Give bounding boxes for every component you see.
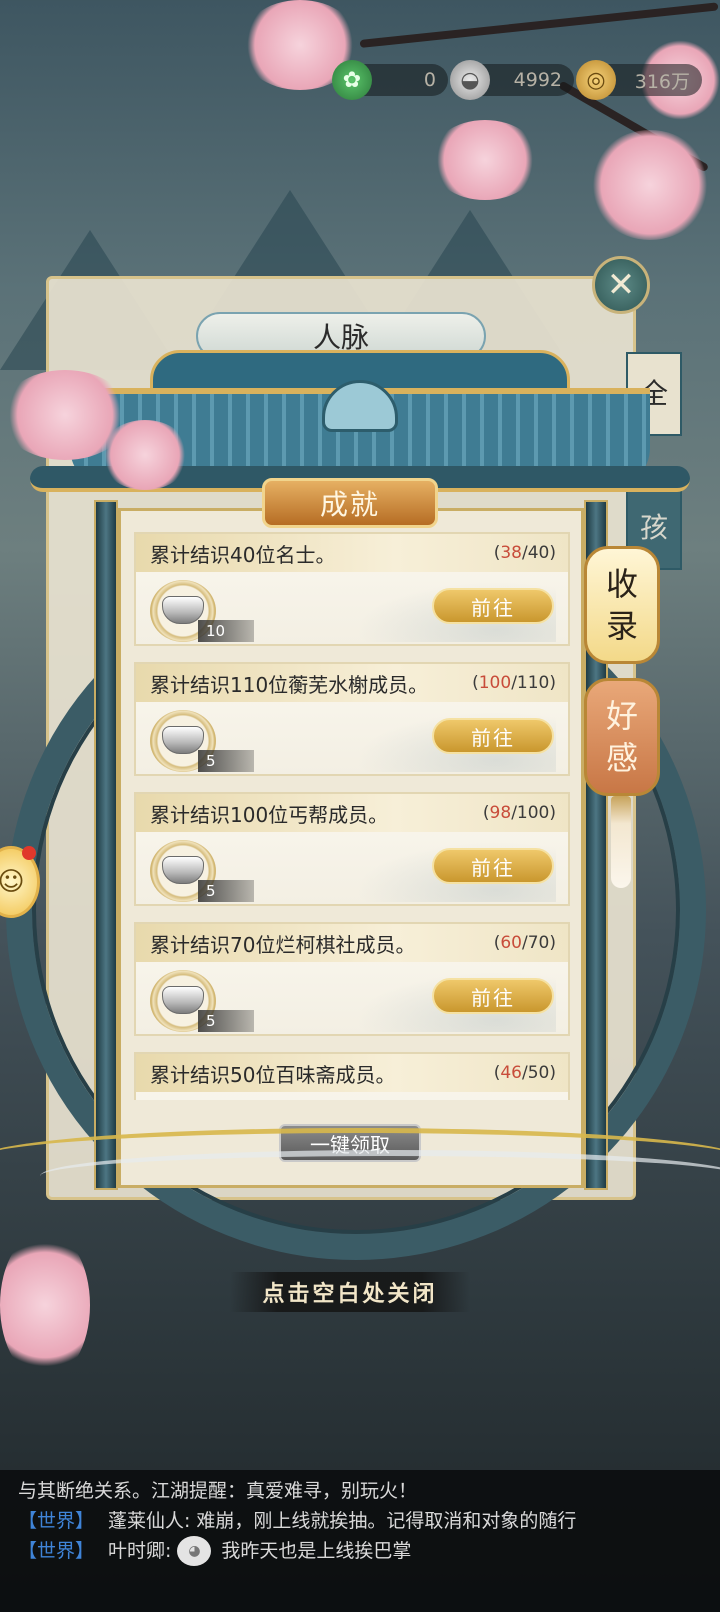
- tab-favor-char: 好: [605, 697, 638, 735]
- reward-slot[interactable]: 5: [150, 970, 254, 1032]
- chat-channel: 【世界】: [18, 1540, 95, 1562]
- reward-count: 10: [198, 620, 254, 642]
- reward-count: 5: [198, 880, 254, 902]
- achievement-text: 累计结识110位蘅芜水榭成员。: [150, 672, 429, 697]
- avatar[interactable]: ◕: [177, 1536, 212, 1566]
- gold-coin-icon: ◎: [576, 60, 616, 100]
- currency-value: 0: [423, 69, 436, 91]
- currency-silver[interactable]: ◒ 4992: [450, 60, 574, 100]
- chat-line: 与其断绝关系。江湖提醒：真爱难寻，别玩火！: [18, 1476, 702, 1506]
- achievement-item: 累计结识70位烂柯棋社成员。 (60/70) 5 前往: [134, 922, 570, 1036]
- chat-speaker[interactable]: 叶时卿:: [108, 1536, 171, 1566]
- chat-text: 我昨天也是上线挨巴掌: [221, 1540, 412, 1562]
- notification-dot: [22, 846, 36, 860]
- reward-count: 5: [198, 750, 254, 772]
- achievement-text: 累计结识100位丐帮成员。: [150, 802, 389, 827]
- chat-face-icon: ☺: [0, 867, 25, 897]
- chat-line: 【世界】 蓬莱仙人: 难崩，刚上线就挨抽。记得取消和对象的随行: [18, 1506, 702, 1536]
- progress-total: /40): [522, 543, 556, 563]
- tab-favor[interactable]: 好 感: [584, 678, 660, 796]
- chat-text: 与其断绝关系。江湖提醒：真爱难寻，别玩火！: [18, 1480, 418, 1502]
- go-button[interactable]: 前往: [432, 978, 554, 1014]
- currency-bar: ✿ 0 ◒ 4992 ◎ 316万: [332, 60, 710, 100]
- achievement-item: 累计结识40位名士。 (38/40) 10 前往: [134, 532, 570, 646]
- reward-count: 5: [198, 1010, 254, 1032]
- corner-blossom: [100, 420, 190, 490]
- close-hint: 点击空白处关闭: [230, 1272, 470, 1312]
- silk-ribbon: [40, 1150, 720, 1202]
- silver-ingot-icon: ◒: [450, 60, 490, 100]
- lantern-tassel: [611, 796, 631, 888]
- go-button[interactable]: 前往: [432, 718, 554, 754]
- jade-frog-icon: ✿: [332, 60, 372, 100]
- achievement-progress: (100/110): [472, 673, 556, 693]
- tab-collection[interactable]: 收 录: [584, 546, 660, 664]
- go-button[interactable]: 前往: [432, 588, 554, 624]
- currency-jade[interactable]: ✿ 0: [332, 60, 448, 100]
- progress-total: /100): [511, 803, 556, 823]
- achievement-list[interactable]: 累计结识40位名士。 (38/40) 10 前往 累计结识110位蘅芜水榭成员。…: [134, 532, 570, 1100]
- chat-channel: 【世界】: [18, 1510, 95, 1532]
- progress-current: 46: [500, 1063, 522, 1083]
- pillar-left: [94, 500, 118, 1190]
- go-button[interactable]: 前往: [432, 848, 554, 884]
- chat-text: 难崩，刚上线就挨抽。记得取消和对象的随行: [196, 1510, 577, 1532]
- currency-value: 316万: [634, 70, 690, 93]
- achievement-title: 成就: [262, 478, 438, 528]
- achievement-progress: (60/70): [493, 933, 556, 953]
- progress-total: /50): [522, 1063, 556, 1083]
- achievement-text: 累计结识50位百味斋成员。: [150, 1062, 396, 1087]
- achievement-header: 累计结识40位名士。 (38/40): [136, 534, 568, 572]
- chat-line: 【世界】 叶时卿: ◕ 我昨天也是上线挨巴掌: [18, 1536, 702, 1566]
- achievement-progress: (38/40): [493, 543, 556, 563]
- chat-feed[interactable]: 与其断绝关系。江湖提醒：真爱难寻，别玩火！ 【世界】 蓬莱仙人: 难崩，刚上线就…: [0, 1470, 720, 1612]
- chat-speaker[interactable]: 蓬莱仙人:: [108, 1506, 190, 1536]
- progress-total: /70): [522, 933, 556, 953]
- achievement-header: 累计结识100位丐帮成员。 (98/100): [136, 794, 568, 832]
- progress-total: /110): [511, 673, 556, 693]
- achievement-header: 累计结识50位百味斋成员。 (46/50): [136, 1054, 568, 1092]
- progress-current: 98: [489, 803, 512, 823]
- reward-slot[interactable]: 5: [150, 710, 254, 772]
- tab-collection-char: 收: [605, 565, 638, 603]
- achievement-text: 累计结识40位名士。: [150, 542, 336, 567]
- achievement-item: 累计结识100位丐帮成员。 (98/100) 5 前往: [134, 792, 570, 906]
- progress-current: 38: [500, 543, 522, 563]
- background-branch: [359, 2, 719, 48]
- background-blossom: [430, 120, 540, 200]
- achievement-item: 累计结识110位蘅芜水榭成员。 (100/110) 5 前往: [134, 662, 570, 776]
- achievement-progress: (46/50): [493, 1063, 556, 1083]
- achievement-text: 累计结识70位烂柯棋社成员。: [150, 932, 416, 957]
- tab-favor-char: 感: [605, 739, 638, 777]
- tab-collection-char: 录: [605, 607, 638, 645]
- progress-current: 100: [478, 673, 512, 693]
- background-blossom: [0, 1230, 90, 1380]
- currency-gold[interactable]: ◎ 316万: [576, 60, 702, 100]
- close-button[interactable]: ✕: [592, 256, 650, 314]
- background-blossom: [590, 130, 710, 240]
- currency-value: 4992: [513, 69, 562, 91]
- achievement-header: 累计结识70位烂柯棋社成员。 (60/70): [136, 924, 568, 962]
- reward-slot[interactable]: 10: [150, 580, 254, 642]
- achievement-progress: (98/100): [482, 803, 556, 823]
- achievement-header: 累计结识110位蘅芜水榭成员。 (100/110): [136, 664, 568, 702]
- achievement-item: 累计结识50位百味斋成员。 (46/50): [134, 1052, 570, 1100]
- progress-current: 60: [500, 933, 522, 953]
- close-icon: ✕: [606, 265, 636, 305]
- reward-slot[interactable]: 5: [150, 840, 254, 902]
